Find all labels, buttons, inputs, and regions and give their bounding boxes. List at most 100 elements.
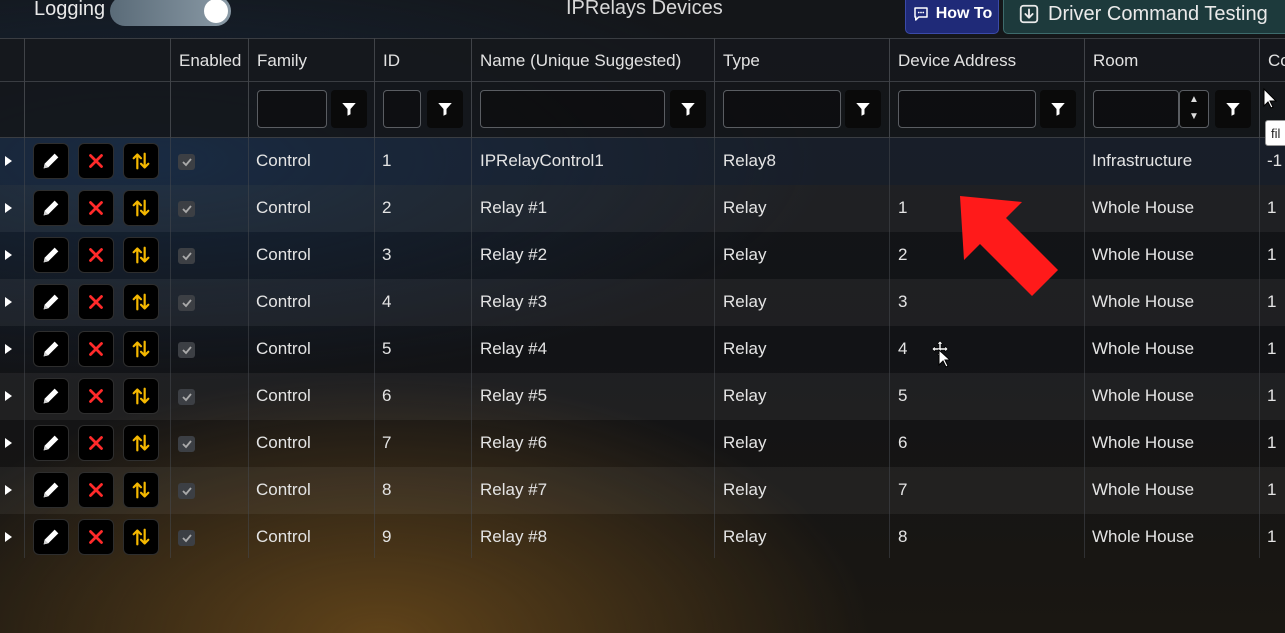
logging-toggle[interactable] <box>110 0 231 26</box>
enabled-checkbox[interactable] <box>178 295 195 311</box>
spinner-up-icon[interactable]: ▲ <box>1180 91 1208 108</box>
type-filter-button[interactable] <box>845 90 881 128</box>
co-cell: 1 <box>1267 292 1277 311</box>
grid-filter-row: ▲ ▼ <box>0 82 1285 138</box>
room-filter-button[interactable] <box>1215 90 1251 128</box>
table-row[interactable]: Control 6 Relay #5 Relay 5 Whole House 1 <box>0 373 1285 420</box>
room-cell: Whole House <box>1092 292 1195 311</box>
edit-button[interactable] <box>33 284 69 320</box>
address-filter-button[interactable] <box>1040 90 1076 128</box>
table-row[interactable]: Control 5 Relay #4 Relay 4 Whole House 1 <box>0 326 1285 373</box>
edit-button[interactable] <box>33 472 69 508</box>
edit-button[interactable] <box>33 425 69 461</box>
id-cell: 7 <box>382 433 392 452</box>
delete-button[interactable] <box>78 190 114 226</box>
delete-button[interactable] <box>78 472 114 508</box>
column-divider <box>889 38 890 558</box>
id-cell: 5 <box>382 339 392 358</box>
room-cell: Whole House <box>1092 527 1195 546</box>
expand-row-icon[interactable] <box>5 485 12 495</box>
room-filter-spinner[interactable]: ▲ ▼ <box>1179 90 1209 128</box>
enabled-checkbox[interactable] <box>178 248 195 264</box>
header-room[interactable]: Room <box>1084 39 1259 81</box>
delete-button[interactable] <box>78 284 114 320</box>
delete-button[interactable] <box>78 519 114 555</box>
edit-button[interactable] <box>33 190 69 226</box>
expand-row-icon[interactable] <box>5 203 12 213</box>
delete-button[interactable] <box>78 331 114 367</box>
how-to-button[interactable]: How To <box>905 0 999 34</box>
edit-button[interactable] <box>33 378 69 414</box>
id-filter-button[interactable] <box>427 90 463 128</box>
delete-button[interactable] <box>78 378 114 414</box>
expand-row-icon[interactable] <box>5 250 12 260</box>
move-button[interactable] <box>123 237 159 273</box>
check-icon <box>181 487 192 496</box>
expand-row-icon[interactable] <box>5 344 12 354</box>
header-device-address-label: Device Address <box>898 51 1017 70</box>
move-button[interactable] <box>123 143 159 179</box>
edit-button[interactable] <box>33 237 69 273</box>
delete-button[interactable] <box>78 237 114 273</box>
expand-row-icon[interactable] <box>5 297 12 307</box>
delete-button[interactable] <box>78 425 114 461</box>
table-row[interactable]: Control 2 Relay #1 Relay 1 Whole House 1 <box>0 185 1285 232</box>
expand-row-icon[interactable] <box>5 391 12 401</box>
type-filter-input[interactable] <box>723 90 841 128</box>
header-enabled[interactable]: Enabled <box>170 39 248 81</box>
check-icon <box>181 299 192 308</box>
edit-button[interactable] <box>33 143 69 179</box>
type-cell: Relay <box>723 245 767 264</box>
name-cell: Relay #1 <box>480 198 548 217</box>
family-filter-input[interactable] <box>257 90 327 128</box>
enabled-checkbox[interactable] <box>178 389 195 405</box>
close-icon <box>89 436 103 450</box>
move-button[interactable] <box>123 472 159 508</box>
enabled-checkbox[interactable] <box>178 436 195 452</box>
room-filter-input[interactable] <box>1093 90 1179 128</box>
filter-address-cell <box>889 82 1084 137</box>
co-cell: 1 <box>1267 527 1277 546</box>
edit-button[interactable] <box>33 519 69 555</box>
enabled-checkbox[interactable] <box>178 342 195 358</box>
header-type[interactable]: Type <box>714 39 889 81</box>
edit-button[interactable] <box>33 331 69 367</box>
family-filter-button[interactable] <box>331 90 367 128</box>
delete-button[interactable] <box>78 143 114 179</box>
enabled-checkbox[interactable] <box>178 483 195 499</box>
move-button[interactable] <box>123 284 159 320</box>
id-filter-input[interactable] <box>383 90 421 128</box>
name-filter-input[interactable] <box>480 90 665 128</box>
room-cell: Whole House <box>1092 198 1195 217</box>
table-row[interactable]: Control 4 Relay #3 Relay 3 Whole House 1 <box>0 279 1285 326</box>
move-button[interactable] <box>123 331 159 367</box>
header-name[interactable]: Name (Unique Suggested) <box>471 39 714 81</box>
move-button[interactable] <box>123 425 159 461</box>
expand-row-icon[interactable] <box>5 532 12 542</box>
table-row[interactable]: Control 3 Relay #2 Relay 2 Whole House 1 <box>0 232 1285 279</box>
table-row[interactable]: Control 1 IPRelayControl1 Relay8 Infrast… <box>0 138 1285 185</box>
swap-vertical-icon <box>132 434 150 452</box>
enabled-checkbox[interactable] <box>178 530 195 546</box>
header-co[interactable]: Co <box>1259 39 1285 81</box>
move-button[interactable] <box>123 378 159 414</box>
move-button[interactable] <box>123 519 159 555</box>
driver-command-testing-button[interactable]: Driver Command Testing <box>1003 0 1285 34</box>
spinner-down-icon[interactable]: ▼ <box>1180 108 1208 125</box>
table-row[interactable]: Control 9 Relay #8 Relay 8 Whole House 1 <box>0 514 1285 561</box>
address-filter-input[interactable] <box>898 90 1036 128</box>
enabled-checkbox[interactable] <box>178 154 195 170</box>
table-row[interactable]: Control 8 Relay #7 Relay 7 Whole House 1 <box>0 467 1285 514</box>
enabled-checkbox[interactable] <box>178 201 195 217</box>
header-family[interactable]: Family <box>248 39 374 81</box>
header-device-address[interactable]: Device Address <box>889 39 1084 81</box>
name-filter-button[interactable] <box>670 90 706 128</box>
expand-row-icon[interactable] <box>5 156 12 166</box>
table-row[interactable]: Control 7 Relay #6 Relay 6 Whole House 1 <box>0 420 1285 467</box>
swap-vertical-icon <box>132 199 150 217</box>
room-cell: Infrastructure <box>1092 151 1193 170</box>
header-id[interactable]: ID <box>374 39 471 81</box>
device-address-cell: 8 <box>898 527 908 546</box>
expand-row-icon[interactable] <box>5 438 12 448</box>
move-button[interactable] <box>123 190 159 226</box>
